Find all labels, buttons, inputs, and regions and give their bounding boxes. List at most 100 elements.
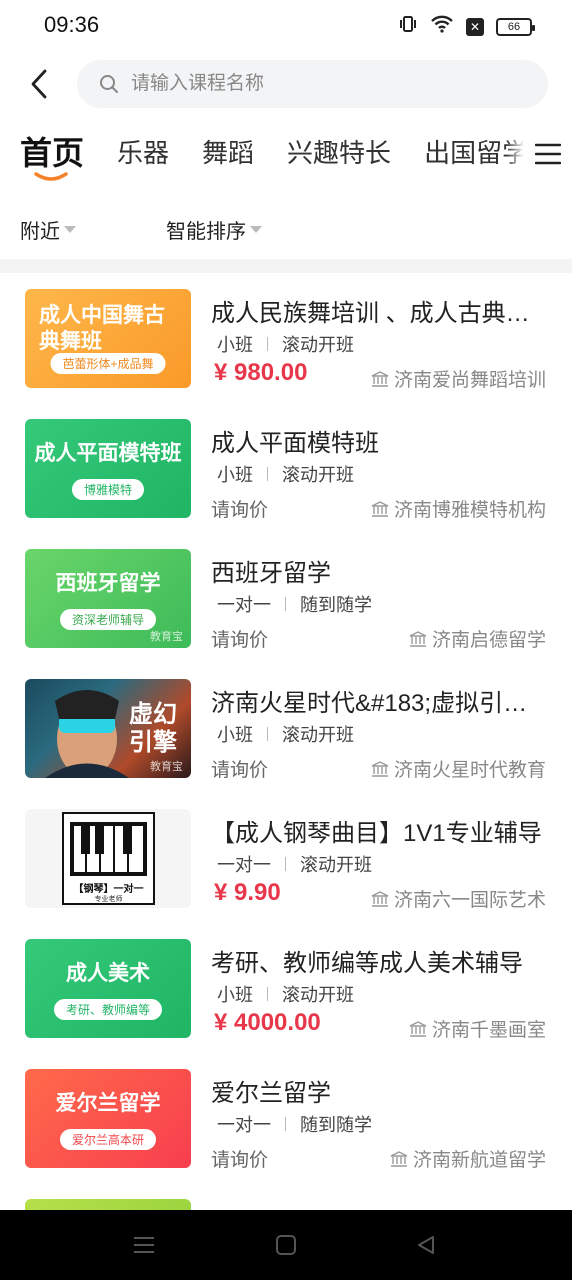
thumbnail-title: 虚幻引擎 (129, 701, 177, 756)
thumbnail-watermark: 教育宝 (150, 631, 183, 643)
course-title: 考研、教师编等成人美术辅导 (211, 950, 523, 977)
org-name: 济南启德留学 (431, 630, 546, 651)
tab-active-indicator (34, 172, 68, 181)
category-tabs: 首页 乐器 舞蹈 兴趣特长 出国留学 (0, 128, 572, 188)
course-tags: 小班 滚动开班 (217, 981, 354, 1007)
tab-instruments[interactable]: 乐器 (117, 128, 169, 178)
search-icon (100, 75, 118, 93)
wifi-icon (430, 14, 454, 39)
course-item[interactable]: 成人中国舞古典舞班 芭蕾形体+成品舞 成人民族舞培训 、成人古典舞 演出舞蹈 小… (0, 273, 572, 403)
back-arrow-icon (31, 69, 47, 99)
course-tags: 小班 滚动开班 (217, 461, 354, 487)
filter-nearby[interactable]: 附近 (20, 215, 76, 244)
institution-icon (390, 1150, 408, 1167)
course-price-inquiry: 请询价 (211, 760, 269, 781)
home-square-icon (276, 1235, 296, 1255)
institution-icon (371, 760, 389, 777)
search-box[interactable] (77, 60, 548, 108)
tab-home[interactable]: 首页 (20, 128, 85, 181)
course-price: ¥ 980.00 (214, 359, 308, 386)
course-org: 济南六一国际艺术 (371, 885, 546, 912)
course-price: ¥ 4000.00 (214, 1009, 321, 1036)
vibrate-icon (398, 14, 418, 39)
schedule-tag: 随到随学 (300, 1115, 372, 1135)
org-name: 济南博雅模特机构 (393, 500, 546, 521)
institution-icon (371, 500, 389, 517)
system-back-button[interactable] (413, 1232, 439, 1258)
piano-logo-title: 【钢琴】一对一 (73, 884, 144, 895)
thumbnail-pill: 芭蕾形体+成品舞 (50, 353, 166, 374)
course-title: 成人平面模特班 (211, 430, 379, 457)
tab-hobbies[interactable]: 兴趣特长 (287, 128, 391, 178)
search-row (0, 58, 572, 110)
course-tags: 小班 滚动开班 (217, 331, 354, 357)
tab-label: 兴趣特长 (287, 138, 392, 168)
system-nav-bar (0, 1210, 572, 1280)
dropdown-triangle-icon (64, 226, 76, 233)
thumbnail-title: 成人中国舞古典舞班 (39, 304, 165, 353)
schedule-tag: 滚动开班 (282, 335, 354, 355)
course-title: 【成人钢琴曲目】1V1专业辅导 (211, 820, 542, 847)
home-button[interactable] (273, 1232, 299, 1258)
battery-level: 66 (507, 20, 521, 33)
status-bar: 09:36 ✕ 66 (0, 0, 572, 50)
course-title: 济南火星时代&#183;虚拟引擎设计 (211, 690, 551, 717)
schedule-tag: 随到随学 (300, 595, 372, 615)
institution-icon (371, 370, 389, 387)
course-tags: 一对一 随到随学 (217, 1111, 372, 1137)
filter-sort[interactable]: 智能排序 (166, 215, 262, 244)
course-thumbnail: 成人平面模特班 博雅模特 (25, 419, 191, 518)
course-tags: 一对一 随到随学 (217, 591, 372, 617)
course-tags: 小班 滚动开班 (217, 721, 354, 747)
thumbnail-pill: 考研、教师编等 (53, 999, 163, 1020)
thumbnail-pill: 资深老师辅导 (59, 609, 157, 630)
notification-x-icon: ✕ (466, 17, 484, 36)
course-item[interactable]: 成人平面模特班 博雅模特 成人平面模特班 小班 滚动开班 请询价 济南博雅模特机构 (0, 403, 572, 533)
tab-label: 首页 (20, 135, 85, 171)
schedule-tag: 滚动开班 (300, 855, 372, 875)
course-title: 爱尔兰留学 (211, 1080, 331, 1107)
class-size-tag: 小班 (217, 465, 253, 485)
course-org: 济南千墨画室 (409, 1015, 546, 1042)
piano-keys-icon (70, 822, 147, 876)
org-name: 济南六一国际艺术 (393, 890, 546, 911)
course-item[interactable]: 虚幻引擎 教育宝 济南火星时代&#183;虚拟引擎设计 小班 滚动开班 请询价 济… (0, 663, 572, 793)
tab-dance[interactable]: 舞蹈 (202, 128, 254, 178)
recent-apps-button[interactable] (131, 1232, 157, 1258)
institution-icon (409, 1020, 427, 1037)
course-org: 济南博雅模特机构 (371, 495, 546, 522)
org-name: 济南爱尚舞蹈培训 (393, 370, 546, 391)
thumbnail-title: 西班牙留学 (55, 572, 161, 595)
org-name: 济南火星时代教育 (393, 760, 546, 781)
course-item[interactable]: 成人美术 考研、教师编等 考研、教师编等成人美术辅导 小班 滚动开班 ¥ 4000… (0, 923, 572, 1053)
course-item[interactable]: 【钢琴】一对一 专业老师 【成人钢琴曲目】1V1专业辅导 一对一 滚动开班 ¥ 9… (0, 793, 572, 923)
course-org: 济南火星时代教育 (371, 755, 546, 782)
class-size-tag: 小班 (217, 725, 253, 745)
battery-icon: 66 (496, 17, 535, 36)
tab-menu-button[interactable] (506, 128, 572, 180)
course-thumbnail: 【钢琴】一对一 专业老师 (25, 809, 191, 908)
search-input[interactable] (131, 73, 511, 95)
class-size-tag: 一对一 (217, 855, 271, 875)
thumbnail-title: 爱尔兰留学 (55, 1092, 161, 1115)
course-price: ¥ 9.90 (214, 879, 281, 906)
back-triangle-icon (418, 1236, 434, 1254)
course-thumbnail: 爱尔兰留学 爱尔兰高本研 (25, 1069, 191, 1168)
thumbnail-title: 成人平面模特班 (34, 442, 182, 465)
course-thumbnail: 成人中国舞古典舞班 芭蕾形体+成品舞 (25, 289, 191, 388)
course-org: 济南爱尚舞蹈培训 (371, 365, 546, 392)
schedule-tag: 滚动开班 (282, 725, 354, 745)
org-name: 济南千墨画室 (431, 1020, 546, 1041)
course-org: 济南新航道留学 (390, 1145, 546, 1172)
course-item[interactable]: 爱尔兰留学 爱尔兰高本研 爱尔兰留学 一对一 随到随学 请询价 济南新航道留学 (0, 1053, 572, 1183)
course-price-inquiry: 请询价 (211, 500, 269, 521)
org-name: 济南新航道留学 (412, 1150, 546, 1171)
course-title: 西班牙留学 (211, 560, 331, 587)
course-item[interactable]: 西班牙留学 资深老师辅导 教育宝 西班牙留学 一对一 随到随学 请询价 济南启德留… (0, 533, 572, 663)
back-button[interactable] (24, 64, 54, 104)
course-list: 成人中国舞古典舞班 芭蕾形体+成品舞 成人民族舞培训 、成人古典舞 演出舞蹈 小… (0, 273, 572, 1280)
tab-label: 乐器 (117, 138, 170, 168)
class-size-tag: 小班 (217, 985, 253, 1005)
schedule-tag: 滚动开班 (282, 985, 354, 1005)
course-title: 成人民族舞培训 、成人古典舞 演出舞蹈 (211, 300, 551, 327)
